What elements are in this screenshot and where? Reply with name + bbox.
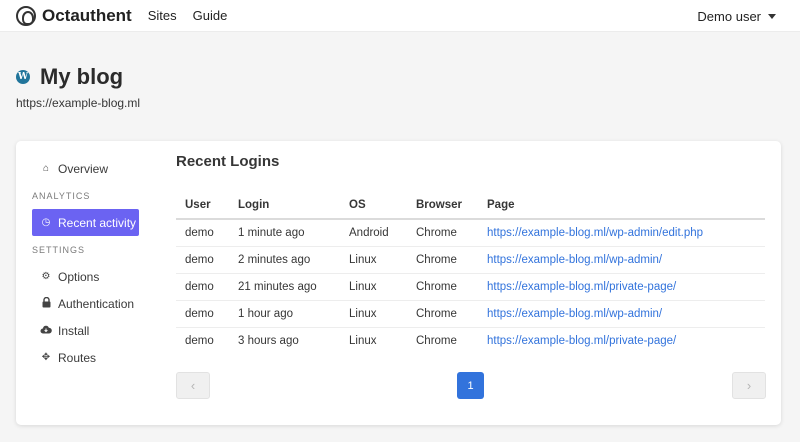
nav-sites-link[interactable]: Sites <box>148 8 177 23</box>
site-card: ⌂ Overview ANALYTICS ◷ Recent activity S… <box>16 141 781 425</box>
sidebar-item-label: Options <box>58 269 100 284</box>
cell-browser: Chrome <box>416 334 457 347</box>
sidebar-item-label: Recent activity <box>58 215 137 230</box>
cell-page: https://example-blog.ml/wp-admin/ <box>478 246 765 274</box>
table-row: demo 21 minutes ago Linux Chrome https:/… <box>176 273 765 301</box>
section-title: Recent Logins <box>176 153 280 170</box>
cell-os: Linux <box>340 273 407 301</box>
sidebar-item-options[interactable]: ⚙ Options <box>32 263 156 290</box>
cell-page: https://example-blog.ml/wp-admin/ <box>478 300 765 328</box>
sidebar-item-label: Overview <box>58 161 109 176</box>
page-title: My blog <box>40 64 124 89</box>
sidebar-item-authentication[interactable]: Authentication <box>32 290 156 317</box>
sidebar-item-overview[interactable]: ⌂ Overview <box>32 155 156 182</box>
cell-user: demo <box>176 273 229 301</box>
column-header-login: Login <box>229 191 340 220</box>
arrows-move-icon: ✥ <box>41 352 51 363</box>
cloud-download-icon <box>40 325 52 337</box>
cell-login: 1 hour ago <box>229 300 340 328</box>
cell-login: 1 minute ago <box>229 219 340 247</box>
column-header-os: OS <box>340 191 407 220</box>
history-icon: ◷ <box>41 217 51 228</box>
page-link[interactable]: https://example-blog.ml/wp-admin/ <box>487 308 662 320</box>
cell-page: https://example-blog.ml/wp-admin/edit.ph… <box>478 219 765 247</box>
cell-user: demo <box>176 300 229 328</box>
sidebar-item-label: Authentication <box>58 296 135 311</box>
cell-user: demo <box>185 334 214 347</box>
user-menu-label: Demo user <box>697 8 761 24</box>
previous-page-button[interactable]: ‹ <box>176 372 210 399</box>
cell-login: 2 minutes ago <box>229 246 340 274</box>
chevron-right-icon: › <box>746 378 752 393</box>
page-link[interactable]: https://example-blog.ml/wp-admin/ <box>487 254 662 266</box>
chevron-left-icon: ‹ <box>190 378 196 393</box>
recent-logins-table: User Login OS Browser Page demo 1 minute… <box>176 191 765 354</box>
wordpress-icon: W <box>16 70 30 84</box>
home-icon: ⌂ <box>42 163 50 174</box>
site-sidebar: ⌂ Overview ANALYTICS ◷ Recent activity S… <box>32 155 156 371</box>
brand[interactable]: Octauthent <box>16 5 132 26</box>
cell-os: Android <box>340 219 407 247</box>
cell-login: 3 hours ago <box>238 334 299 347</box>
lock-icon <box>40 296 52 311</box>
gear-icon: ⚙ <box>41 271 51 282</box>
cell-page: https://example-blog.ml/private-page/ <box>478 273 765 301</box>
table-row: demo 1 hour ago Linux Chrome https://exa… <box>176 300 765 328</box>
sidebar-item-install[interactable]: Install <box>32 317 156 344</box>
cell-user: demo <box>176 246 229 274</box>
sidebar-section-analytics: ANALYTICS <box>32 190 91 201</box>
top-navbar: Octauthent Sites Guide Demo user <box>0 0 800 32</box>
cell-os: Linux <box>340 246 407 274</box>
octauthent-logo-icon <box>16 5 36 26</box>
cell-user: demo <box>176 219 229 247</box>
sidebar-item-recent-activity[interactable]: ◷ Recent activity <box>32 209 139 236</box>
cell-os: Linux <box>349 334 377 347</box>
sidebar-item-label: Routes <box>58 350 97 365</box>
page-link[interactable]: https://example-blog.ml/wp-admin/edit.ph… <box>487 227 703 239</box>
pagination: ‹ 1 › <box>176 372 766 399</box>
sidebar-item-routes[interactable]: ✥ Routes <box>32 344 156 371</box>
cell-browser: Chrome <box>407 273 478 301</box>
table-row: demo 1 minute ago Android Chrome https:/… <box>176 219 765 247</box>
column-header-browser: Browser <box>407 191 478 220</box>
cell-browser: Chrome <box>407 219 478 247</box>
page-link[interactable]: https://example-blog.ml/private-page/ <box>487 335 676 347</box>
sidebar-item-label: Install <box>58 323 90 338</box>
next-page-button[interactable]: › <box>732 372 766 399</box>
recent-logins-section: Recent Logins User Login OS Browser Page… <box>176 153 766 354</box>
nav-guide-link[interactable]: Guide <box>193 8 228 23</box>
column-header-user: User <box>176 191 229 220</box>
column-header-page: Page <box>478 191 765 220</box>
cell-login: 21 minutes ago <box>229 273 340 301</box>
table-row: demo 3 hours ago Linux Chrome https://ex… <box>176 327 765 354</box>
page-link[interactable]: https://example-blog.ml/private-page/ <box>487 281 676 293</box>
user-menu[interactable]: Demo user <box>697 0 776 32</box>
cell-browser: Chrome <box>407 246 478 274</box>
cell-page: https://example-blog.ml/private-page/ <box>478 327 765 354</box>
sidebar-section-settings: SETTINGS <box>32 244 86 255</box>
page-number-button[interactable]: 1 <box>457 372 484 399</box>
table-row: demo 2 minutes ago Linux Chrome https://… <box>176 246 765 274</box>
table-header-row: User Login OS Browser Page <box>176 191 765 220</box>
chevron-down-icon <box>768 13 776 19</box>
site-url: https://example-blog.ml <box>16 96 141 110</box>
cell-os: Linux <box>340 300 407 328</box>
page-header: W My blog <box>16 64 123 90</box>
cell-browser: Chrome <box>407 300 478 328</box>
brand-name: Octauthent <box>42 5 132 25</box>
